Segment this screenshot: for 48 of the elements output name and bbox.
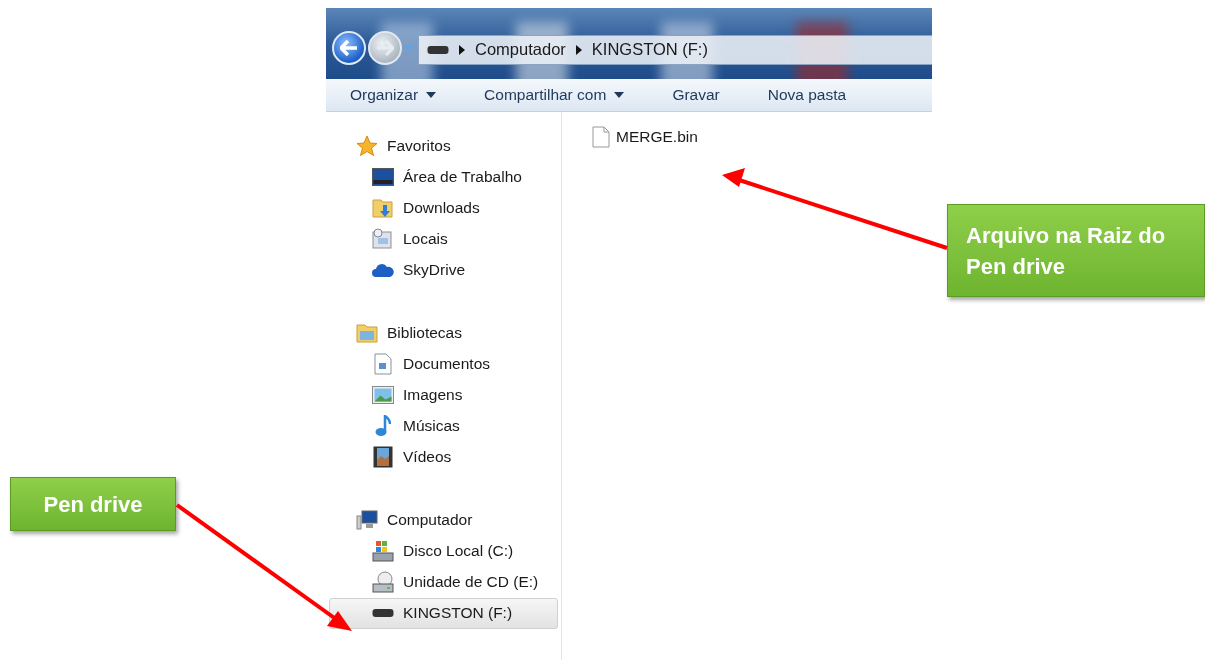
callout-label: Pen drive bbox=[10, 477, 176, 531]
nav-group-heading[interactable]: Bibliotecas bbox=[387, 323, 462, 342]
back-arrow-icon bbox=[340, 39, 358, 56]
nav-item[interactable]: KINGSTON (F:) bbox=[329, 598, 558, 629]
caret-icon bbox=[426, 91, 437, 98]
breadcrumb-item[interactable]: KINGSTON (F:) bbox=[591, 40, 708, 59]
desktop-icon bbox=[372, 168, 394, 187]
film-icon bbox=[373, 446, 393, 469]
nav-item[interactable]: Documentos bbox=[329, 349, 558, 380]
cd-drive-icon bbox=[372, 571, 394, 594]
nav-item[interactable]: Downloads bbox=[329, 193, 558, 224]
callout-label: Arquivo na Raiz do Pen drive bbox=[947, 204, 1205, 297]
music-note-icon bbox=[375, 415, 391, 438]
toolbar-button[interactable]: Nova pasta bbox=[765, 81, 849, 108]
nav-group-heading[interactable]: Computador bbox=[387, 510, 473, 529]
usb-drive-icon bbox=[372, 608, 394, 619]
forward-button[interactable] bbox=[368, 30, 402, 65]
computer-places-icon bbox=[372, 228, 394, 251]
back-button[interactable] bbox=[332, 30, 366, 65]
nav-item[interactable]: SkyDrive bbox=[329, 255, 558, 286]
toolbar-button[interactable]: Gravar bbox=[670, 81, 722, 108]
nav-item[interactable]: Área de Trabalho bbox=[329, 162, 558, 193]
breadcrumb-item[interactable]: Computador bbox=[475, 40, 566, 59]
nav-group-heading[interactable]: Favoritos bbox=[387, 136, 451, 155]
star-icon bbox=[356, 134, 378, 157]
image-icon bbox=[372, 386, 394, 405]
toolbar-button[interactable]: Compartilhar com bbox=[482, 81, 627, 108]
file-item[interactable]: MERGE.bin bbox=[592, 126, 932, 148]
usb-drive-icon bbox=[427, 44, 449, 55]
file-icon bbox=[592, 126, 610, 148]
folder-download-icon bbox=[372, 197, 394, 220]
nav-item[interactable]: Locais bbox=[329, 224, 558, 255]
folder-icon bbox=[356, 322, 378, 343]
nav-item[interactable]: Unidade de CD (E:) bbox=[329, 567, 558, 598]
nav-item[interactable]: Disco Local (C:) bbox=[329, 536, 558, 567]
toolbar-button[interactable]: Organizar bbox=[348, 81, 439, 108]
nav-item[interactable]: Vídeos bbox=[329, 442, 558, 473]
nav-item[interactable]: Músicas bbox=[329, 411, 558, 442]
nav-item[interactable]: Imagens bbox=[329, 380, 558, 411]
cloud-icon bbox=[372, 262, 394, 279]
hard-disk-icon bbox=[372, 540, 394, 563]
address-bar[interactable]: Computador KINGSTON (F:) bbox=[418, 34, 932, 65]
forward-arrow-icon bbox=[376, 39, 394, 56]
document-icon bbox=[374, 353, 392, 376]
computer-icon bbox=[356, 509, 378, 530]
caret-icon bbox=[614, 91, 625, 98]
breadcrumb-arrow-icon bbox=[575, 44, 582, 55]
breadcrumb-arrow-icon bbox=[459, 44, 465, 55]
